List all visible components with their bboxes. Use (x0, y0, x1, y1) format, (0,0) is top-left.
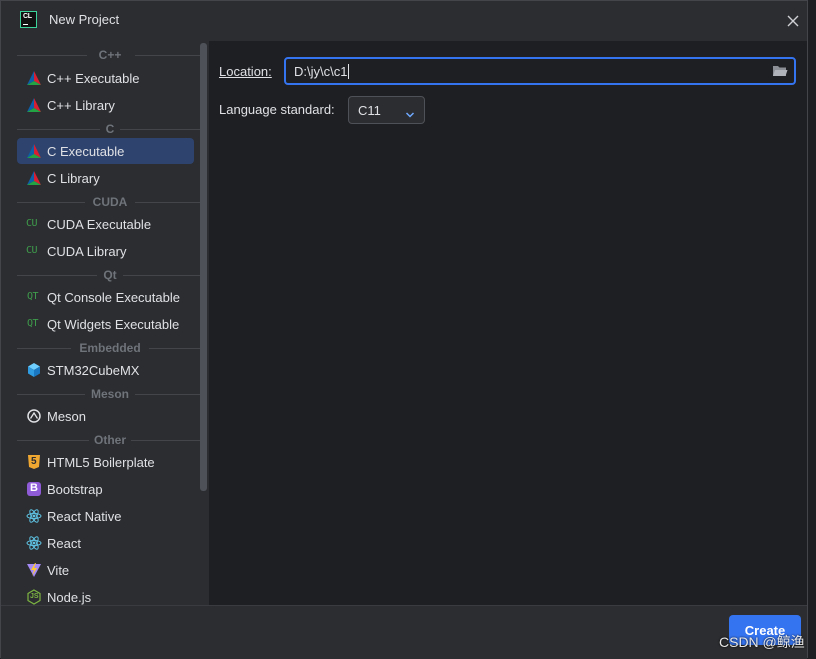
language-standard-select[interactable]: C11 (348, 96, 425, 124)
section-header-other: Other (17, 433, 203, 447)
cuda-icon: CU (26, 218, 38, 229)
qt-icon: QT (27, 318, 39, 329)
section-header-c: C (17, 122, 203, 136)
sidebar-item-label: Node.js (47, 589, 92, 605)
sidebar-item-cuda-executable[interactable]: CU CUDA Executable (17, 211, 194, 237)
language-standard-label: Language standard: (219, 102, 335, 117)
sidebar-item-label: C Executable (47, 143, 125, 159)
sidebar-item-cpp-library[interactable]: C++ Library (17, 92, 194, 118)
chevron-down-icon (405, 106, 415, 124)
sidebar-item-label: STM32CubeMX (47, 362, 140, 378)
sidebar-item-stm32cubemx[interactable]: STM32CubeMX (17, 357, 194, 383)
react-icon (26, 535, 42, 551)
sidebar-item-label: HTML5 Boilerplate (47, 454, 155, 470)
sidebar-item-label: React (47, 535, 81, 551)
sidebar-item-label: Qt Console Executable (47, 289, 180, 305)
sidebar-item-label: Vite (47, 562, 70, 578)
sidebar-item-qt-widgets-executable[interactable]: QT Qt Widgets Executable (17, 311, 194, 337)
nodejs-icon: JS (26, 589, 42, 605)
title-bar: CL New Project (1, 1, 807, 41)
cmake-icon (26, 97, 42, 113)
qt-icon: QT (27, 291, 39, 302)
sidebar-item-label: Meson (47, 408, 87, 424)
project-type-sidebar: C++ C++ Executable C++ Library C C Execu… (9, 41, 208, 605)
cmake-icon (26, 143, 42, 159)
html5-icon: 5 (26, 454, 42, 470)
sidebar-item-react[interactable]: React (17, 530, 194, 556)
cuda-icon: CU (26, 245, 38, 256)
new-project-dialog: CL New Project C++ C++ Executable C++ Li… (0, 0, 808, 659)
sidebar-item-label: C++ Executable (47, 70, 140, 86)
dialog-footer (1, 605, 807, 659)
react-icon (26, 508, 42, 524)
sidebar-item-vite[interactable]: Vite (17, 557, 194, 583)
watermark: CSDN @鲸渔 (719, 634, 805, 650)
clion-logo-icon: CL (20, 11, 37, 28)
vite-icon (26, 562, 42, 578)
section-header-qt: Qt (17, 268, 203, 282)
location-label: Location: (219, 64, 272, 79)
sidebar-item-cpp-executable[interactable]: C++ Executable (17, 65, 194, 91)
cmake-icon (26, 170, 42, 186)
sidebar-item-label: Qt Widgets Executable (47, 316, 180, 332)
close-icon[interactable] (783, 11, 803, 31)
language-standard-value: C11 (358, 103, 381, 118)
sidebar-item-c-executable[interactable]: C Executable (17, 138, 194, 164)
section-header-cuda: CUDA (17, 195, 203, 209)
section-header-cpp: C++ (17, 48, 203, 62)
sidebar-item-nodejs[interactable]: JS Node.js (17, 584, 194, 605)
app-logo-text: CL (23, 13, 32, 20)
sidebar-item-label: CUDA Library (47, 243, 127, 259)
sidebar-item-label: Bootstrap (47, 481, 103, 497)
bootstrap-icon: B (26, 481, 42, 497)
sidebar-scrollbar[interactable] (200, 43, 207, 491)
sidebar-item-qt-console-executable[interactable]: QT Qt Console Executable (17, 284, 194, 310)
background-strip (808, 0, 816, 658)
section-header-meson: Meson (17, 387, 203, 401)
sidebar-item-html5-boilerplate[interactable]: 5 HTML5 Boilerplate (17, 449, 194, 475)
cube-icon (26, 362, 42, 378)
location-value: D:\jy\c\c1 (294, 64, 348, 79)
sidebar-item-c-library[interactable]: C Library (17, 165, 194, 191)
section-header-embedded: Embedded (17, 341, 203, 355)
sidebar-item-meson[interactable]: Meson (17, 403, 194, 429)
sidebar-item-react-native[interactable]: React Native (17, 503, 194, 529)
location-input[interactable]: D:\jy\c\c1 (284, 57, 796, 85)
sidebar-item-label: C Library (47, 170, 100, 186)
sidebar-item-cuda-library[interactable]: CU CUDA Library (17, 238, 194, 264)
sidebar-item-label: React Native (47, 508, 122, 524)
cmake-icon (26, 70, 42, 86)
folder-icon[interactable] (772, 64, 788, 83)
sidebar-item-label: C++ Library (47, 97, 115, 113)
sidebar-item-bootstrap[interactable]: B Bootstrap (17, 476, 194, 502)
meson-icon (26, 408, 42, 424)
settings-panel (209, 41, 807, 605)
dialog-title: New Project (49, 12, 120, 27)
sidebar-item-label: CUDA Executable (47, 216, 152, 232)
